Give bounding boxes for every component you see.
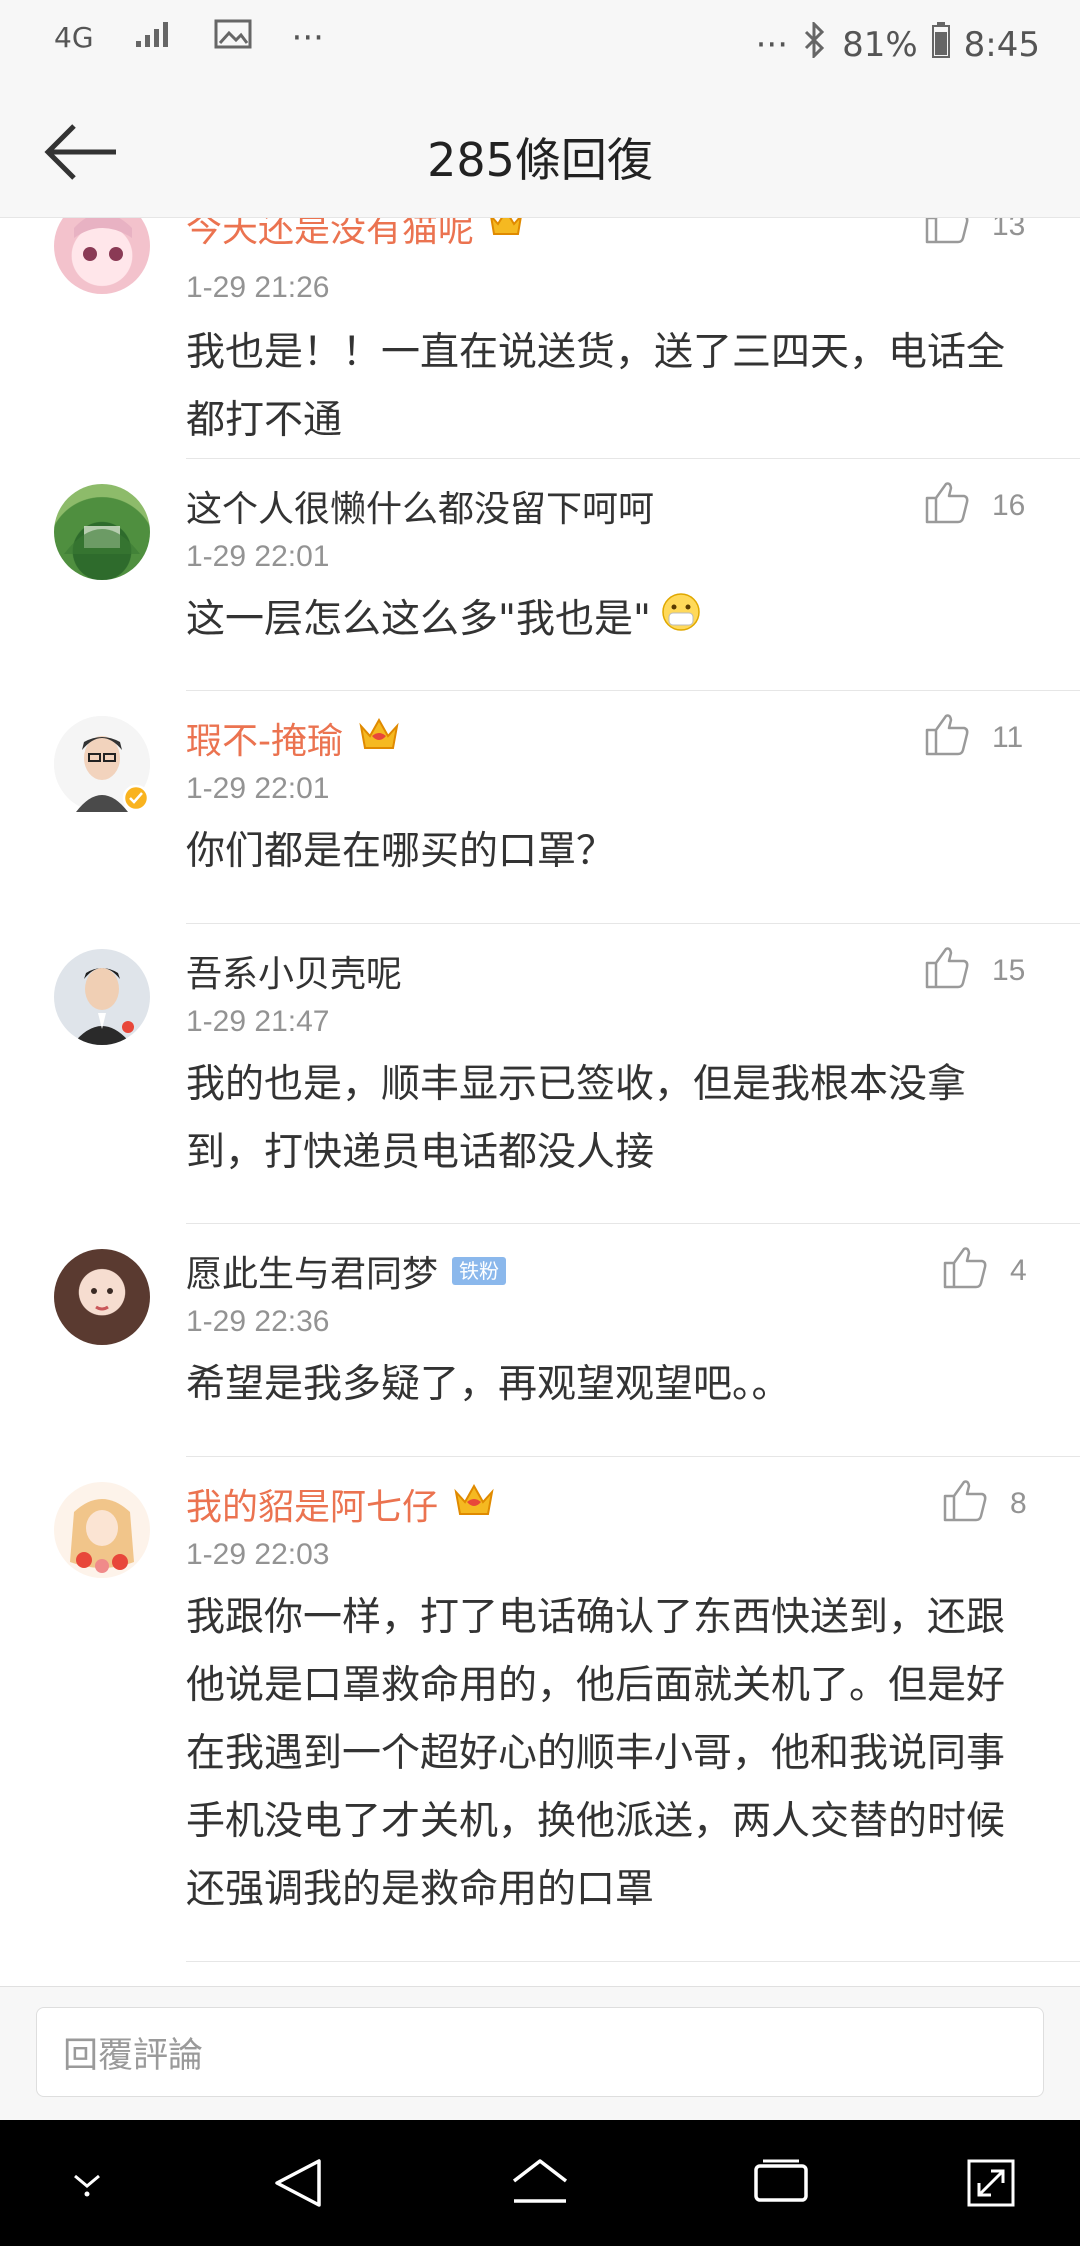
like-button[interactable]: 4 xyxy=(942,1245,1027,1297)
thumbs-up-icon xyxy=(924,945,970,997)
network-indicator: 4G xyxy=(54,21,94,54)
nav-expand-button[interactable] xyxy=(956,2150,1026,2220)
like-count: 16 xyxy=(992,489,1026,522)
comment-item: 今天还是没有猫呢 13 1-29 21:26 我也是！！一直在说送货，送了三四天… xyxy=(0,218,1080,458)
comment-username[interactable]: 吾系小贝壳呢 xyxy=(186,945,402,997)
avatar[interactable] xyxy=(54,1482,150,1578)
battery-icon xyxy=(931,22,950,67)
comment-text: 我也是！！一直在说送货，送了三四天，电话全都打不通 xyxy=(186,330,1006,443)
status-right: ··· 81% 8:45 xyxy=(755,20,1040,67)
avatar[interactable] xyxy=(54,484,150,580)
home-icon xyxy=(508,2155,572,2215)
comment-item: 瑕不-掩瑜 11 1-29 22:01 你们都是在哪买的口罩？ xyxy=(0,690,1080,923)
comment-timestamp: 1-29 22:01 xyxy=(186,540,330,573)
like-count: 4 xyxy=(1010,1254,1027,1287)
comment-text: 希望是我多疑了，再观望观望吧。。 xyxy=(186,1362,791,1407)
verified-badge-icon xyxy=(122,784,150,816)
recents-icon xyxy=(751,2158,811,2212)
overflow-dots-right: ··· xyxy=(755,24,789,65)
comment-timestamp: 1-29 22:03 xyxy=(186,1538,330,1571)
like-button[interactable]: 11 xyxy=(924,712,1023,764)
nav-recents-button[interactable] xyxy=(746,2150,816,2220)
back-triangle-icon xyxy=(271,2155,327,2215)
comment-username[interactable]: 今天还是没有猫呢 xyxy=(186,218,524,252)
like-count: 8 xyxy=(1010,1487,1027,1520)
fan-badge: 铁粉 xyxy=(452,1257,507,1285)
comment-timestamp: 1-29 21:26 xyxy=(186,271,330,304)
comment-item: 愿此生与君同梦 铁粉 4 1-29 22:36 希望是我多疑了，再观望观望吧。。 xyxy=(0,1223,1080,1456)
status-left: 4G ··· xyxy=(54,18,324,58)
reply-bar: 回覆評論 xyxy=(0,1986,1080,2120)
overflow-dots: ··· xyxy=(291,18,324,58)
comment-text: 我的也是，顺丰显示已签收，但是我根本没拿到，打快递员电话都没人接 xyxy=(186,1062,967,1175)
like-count: 13 xyxy=(992,218,1026,242)
comment-item: 我的貂是阿七仔 8 1-29 22:03 我跟你一样，打了电话确认了东西快送到，… xyxy=(0,1456,1080,1961)
like-count: 11 xyxy=(992,721,1024,754)
comment-item: 吾系小贝壳呢 15 1-29 21:47 我的也是，顺丰显示已签收，但是我根本没… xyxy=(0,923,1080,1223)
avatar[interactable] xyxy=(54,1249,150,1345)
avatar[interactable] xyxy=(54,949,150,1045)
image-icon xyxy=(214,18,252,58)
status-bar: 4G ··· ··· 81% 8:45 xyxy=(0,0,1080,90)
clock: 8:45 xyxy=(963,24,1040,65)
nav-home-button[interactable] xyxy=(505,2150,575,2220)
nav-back-button[interactable] xyxy=(264,2150,334,2220)
app-header: 285條回復 xyxy=(0,90,1080,218)
thumbs-up-icon xyxy=(942,1245,988,1297)
thumbs-up-icon xyxy=(924,712,970,764)
comment-timestamp: 1-29 22:36 xyxy=(186,1305,330,1338)
like-button[interactable]: 13 xyxy=(924,218,1025,252)
like-button[interactable]: 8 xyxy=(942,1478,1027,1530)
comment-username[interactable]: 我的貂是阿七仔 xyxy=(186,1478,496,1530)
expand-icon xyxy=(963,2155,1019,2215)
comment-text-content: 这一层怎么这么多"我也是" xyxy=(186,597,651,642)
like-button[interactable]: 15 xyxy=(924,945,1025,997)
reply-input[interactable]: 回覆評論 xyxy=(36,2007,1044,2097)
thumbs-up-icon xyxy=(942,1478,988,1530)
collapse-icon xyxy=(67,2168,107,2202)
comment-username[interactable]: 愿此生与君同梦 铁粉 xyxy=(186,1245,507,1297)
comment-list: 今天还是没有猫呢 13 1-29 21:26 我也是！！一直在说送货，送了三四天… xyxy=(0,218,1080,1986)
comment-timestamp: 1-29 21:47 xyxy=(186,1005,330,1038)
page-title: 285條回復 xyxy=(427,133,653,187)
battery-percent: 81% xyxy=(842,24,918,65)
crown-icon xyxy=(357,714,401,763)
signal-icon xyxy=(134,18,174,58)
comment-item: 这个人很懒什么都没留下呵呵 16 1-29 22:01 这一层怎么这么多"我也是… xyxy=(0,458,1080,690)
comment-text: 你们都是在哪买的口罩？ xyxy=(186,829,616,874)
avatar[interactable] xyxy=(54,218,150,294)
collapse-button[interactable] xyxy=(52,2150,122,2220)
thumbs-up-icon xyxy=(924,480,970,532)
comment-username[interactable]: 瑕不-掩瑜 xyxy=(186,712,401,764)
like-button[interactable]: 16 xyxy=(924,480,1025,532)
comment-text: 我跟你一样，打了电话确认了东西快送到，还跟他说是口罩救命用的，他后面就关机了。但… xyxy=(186,1595,1006,1912)
like-count: 15 xyxy=(992,954,1026,987)
comment-text: 这一层怎么这么多"我也是" xyxy=(186,586,1036,654)
bluetooth-icon xyxy=(802,20,828,67)
avatar[interactable] xyxy=(54,716,150,812)
crown-icon xyxy=(488,218,524,247)
crown-icon xyxy=(452,1480,496,1529)
divider xyxy=(186,1961,1080,1962)
mask-emoji-icon xyxy=(661,586,701,654)
system-nav-bar xyxy=(0,2120,1080,2246)
comment-timestamp: 1-29 22:01 xyxy=(186,772,330,805)
thumbs-up-icon xyxy=(924,218,970,252)
comment-username[interactable]: 这个人很懒什么都没留下呵呵 xyxy=(186,480,654,532)
